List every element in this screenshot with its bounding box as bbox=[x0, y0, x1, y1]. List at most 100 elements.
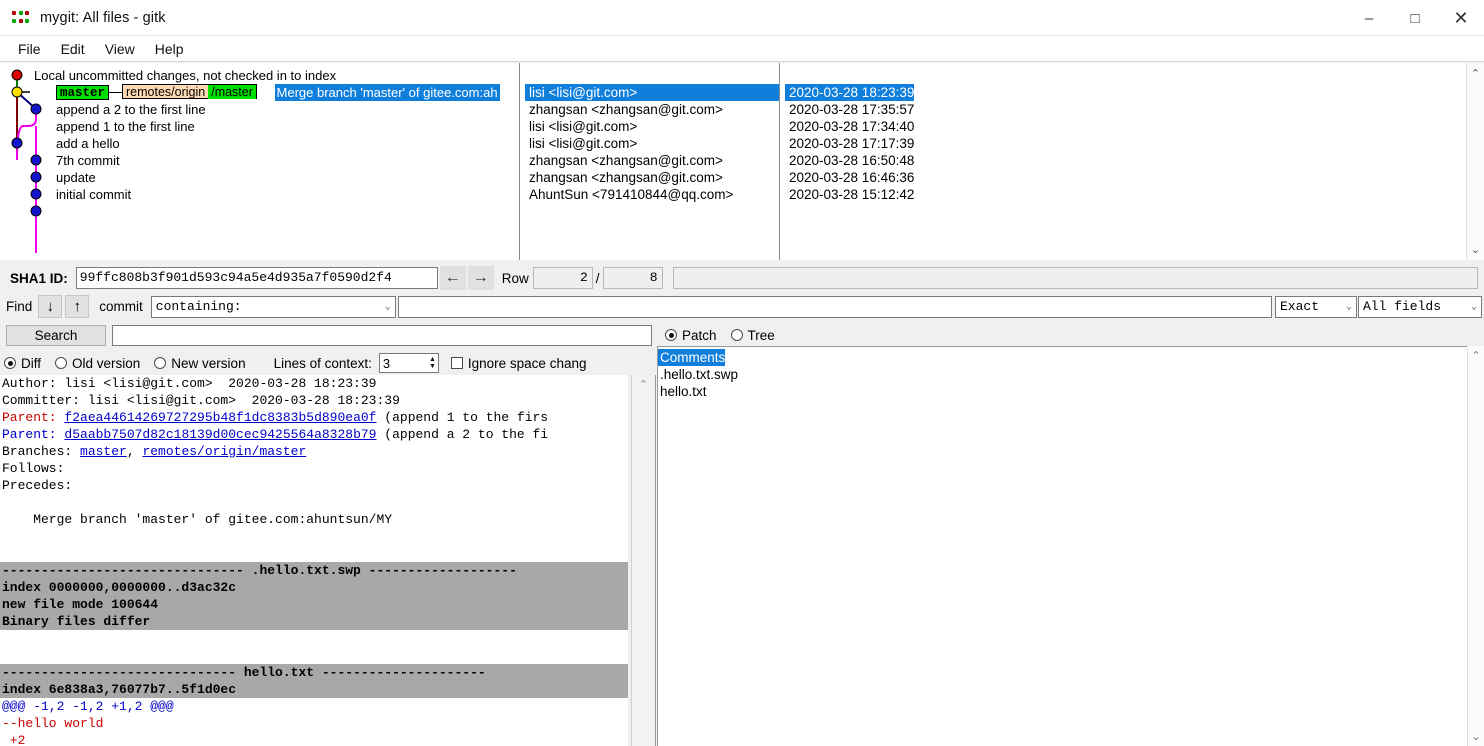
commit-row[interactable]: initial commit bbox=[34, 186, 500, 203]
diff-text-pane[interactable]: Author: lisi <lisi@git.com> 2020-03-28 1… bbox=[0, 375, 628, 746]
row-total: 8 bbox=[602, 267, 663, 289]
row-filler bbox=[672, 267, 1478, 289]
commit-message-list: Local uncommitted changes, not checked i… bbox=[34, 63, 500, 203]
diff-segment: (append a 2 to the fi bbox=[376, 427, 549, 442]
search-row: Search bbox=[0, 324, 655, 347]
diff-segment[interactable]: remotes/origin/master bbox=[142, 444, 306, 459]
radio-old-version[interactable]: Old version bbox=[55, 356, 140, 371]
field-scope-value: All fields bbox=[1363, 299, 1442, 314]
menu-view[interactable]: View bbox=[95, 39, 145, 59]
file-item-hello-swp[interactable]: .hello.txt.swp bbox=[658, 366, 738, 383]
forward-button[interactable]: → bbox=[467, 266, 494, 290]
gitk-window: mygit: All files - gitk – □ ✕ File Edit … bbox=[0, 0, 1484, 746]
scroll-up-icon[interactable]: ⌃ bbox=[632, 375, 655, 391]
diff-line: Branches: master, remotes/origin/master bbox=[0, 443, 628, 460]
file-list[interactable]: Comments .hello.txt.swp hello.txt bbox=[657, 346, 1467, 746]
diff-line: Parent: d5aabb7507d82c18139d00cec9425564… bbox=[0, 426, 628, 443]
lines-of-context-stepper[interactable]: 3 ▲ ▼ bbox=[378, 353, 439, 373]
diff-options-row: Diff Old version New version Lines of co… bbox=[0, 352, 655, 374]
diff-segment: ------------------------------- .hello.t… bbox=[2, 563, 517, 578]
radio-new-version[interactable]: New version bbox=[154, 356, 246, 371]
menu-file[interactable]: File bbox=[8, 39, 51, 59]
diff-segment[interactable]: f2aea44614269727295b48f1dc8383b5d890ea0f bbox=[64, 410, 376, 425]
radio-diff[interactable]: Diff bbox=[4, 356, 41, 371]
chevron-down-icon: ⌄ bbox=[1345, 301, 1352, 313]
close-button[interactable]: ✕ bbox=[1438, 0, 1484, 36]
diff-line: --hello world bbox=[0, 715, 628, 732]
commit-row[interactable]: append a 2 to the first line bbox=[34, 101, 500, 118]
diff-segment[interactable]: d5aabb7507d82c18139d00cec9425564a8328b79 bbox=[64, 427, 376, 442]
author-cell: lisi <lisi@git.com> bbox=[525, 84, 779, 101]
stepper-arrows-icon[interactable]: ▲ ▼ bbox=[429, 356, 438, 370]
ref-head-master[interactable]: master bbox=[56, 85, 110, 100]
row-separator: / bbox=[595, 270, 600, 286]
commit-row[interactable]: add a hello bbox=[34, 135, 500, 152]
author-cell: lisi <lisi@git.com> bbox=[529, 119, 638, 134]
radio-patch[interactable]: Patch bbox=[665, 328, 717, 343]
commit-row[interactable]: Local uncommitted changes, not checked i… bbox=[34, 67, 500, 84]
match-type-select[interactable]: Exact ⌄ bbox=[1275, 295, 1357, 318]
title-bar: mygit: All files - gitk – □ ✕ bbox=[0, 0, 1484, 36]
diff-segment: new file mode 100644 bbox=[2, 597, 159, 612]
diff-line bbox=[0, 647, 628, 664]
file-row[interactable]: Comments bbox=[658, 349, 1467, 366]
diff-segment: @@@ -1,2 -1,2 +1,2 @@@ bbox=[2, 699, 174, 714]
find-mode-select[interactable]: containing: ⌄ bbox=[150, 295, 396, 318]
file-item-hello-txt[interactable]: hello.txt bbox=[658, 383, 707, 400]
diff-line: Binary files differ bbox=[0, 613, 628, 630]
diff-line: Parent: f2aea44614269727295b48f1dc8383b5… bbox=[0, 409, 628, 426]
back-button[interactable]: ← bbox=[439, 266, 466, 290]
diff-segment: +2 bbox=[2, 733, 26, 746]
commit-row[interactable]: update bbox=[34, 169, 500, 186]
diff-line bbox=[0, 545, 628, 562]
find-prev-icon[interactable]: ↑ bbox=[65, 295, 90, 318]
file-row[interactable]: .hello.txt.swp bbox=[658, 366, 1467, 383]
radio-tree[interactable]: Tree bbox=[730, 328, 775, 343]
diff-line: new file mode 100644 bbox=[0, 596, 628, 613]
commit-list-pane: Local uncommitted changes, not checked i… bbox=[0, 63, 1484, 260]
sha1-input[interactable]: 99ffc808b3f901d593c94a5e4d935a7f0590d2f4 bbox=[75, 267, 438, 289]
commit-row[interactable]: master remotes/origin/master Merge branch… bbox=[34, 84, 500, 101]
maximize-button[interactable]: □ bbox=[1392, 0, 1438, 36]
diff-line: Merge branch 'master' of gitee.com:ahunt… bbox=[0, 511, 628, 528]
find-input[interactable] bbox=[397, 295, 1272, 318]
commit-row[interactable]: append 1 to the first line bbox=[34, 118, 500, 135]
window-controls: – □ ✕ bbox=[1346, 0, 1484, 36]
find-row: Find ↓ ↑ commit containing: ⌄ Exact ⌄ Al… bbox=[0, 293, 1484, 320]
commit-list-scrollbar[interactable]: ⌃ ⌄ bbox=[1466, 63, 1484, 260]
diff-line: index 0000000,0000000..d3ac32c bbox=[0, 579, 628, 596]
scroll-up-icon[interactable]: ⌃ bbox=[1468, 346, 1484, 362]
radio-diff-icon bbox=[4, 357, 16, 369]
ref-remote-origin-master[interactable]: remotes/origin/master bbox=[122, 84, 257, 99]
diff-segment: Merge branch 'master' of gitee.com:ahunt… bbox=[2, 512, 393, 527]
scroll-down-icon[interactable]: ⌄ bbox=[1468, 730, 1484, 743]
file-row[interactable]: hello.txt bbox=[658, 383, 1467, 400]
diff-line: ------------------------------ hello.txt… bbox=[0, 664, 628, 681]
search-input[interactable] bbox=[112, 325, 652, 346]
diff-line: ------------------------------- .hello.t… bbox=[0, 562, 628, 579]
scroll-down-icon[interactable]: ⌄ bbox=[1471, 239, 1480, 260]
diff-line: Author: lisi <lisi@git.com> 2020-03-28 1… bbox=[0, 375, 628, 392]
date-cell: 2020-03-28 16:46:36 bbox=[789, 170, 915, 185]
field-scope-select[interactable]: All fields ⌄ bbox=[1358, 295, 1482, 318]
diff-segment: index 6e838a3,76077b7..5f1d0ec bbox=[2, 682, 237, 697]
author-column[interactable]: lisi <lisi@git.com> zhangsan <zhangsan@g… bbox=[525, 63, 780, 260]
search-button[interactable]: Search bbox=[6, 325, 106, 346]
minimize-button[interactable]: – bbox=[1346, 0, 1392, 36]
file-list-scrollbar[interactable]: ⌃ ⌄ bbox=[1467, 346, 1484, 746]
file-item-comments[interactable]: Comments bbox=[658, 349, 726, 366]
menu-edit[interactable]: Edit bbox=[51, 39, 95, 59]
commit-graph-column[interactable]: Local uncommitted changes, not checked i… bbox=[0, 63, 520, 260]
diff-segment: Parent: bbox=[2, 410, 65, 425]
date-cell: 2020-03-28 18:23:39 bbox=[785, 84, 915, 101]
menu-help[interactable]: Help bbox=[145, 39, 194, 59]
commit-row[interactable]: 7th commit bbox=[34, 152, 500, 169]
diff-scrollbar[interactable]: ⌃ bbox=[631, 375, 656, 746]
diff-segment[interactable]: master bbox=[80, 444, 127, 459]
date-cell: 2020-03-28 17:35:57 bbox=[789, 102, 915, 117]
scroll-up-icon[interactable]: ⌃ bbox=[1471, 63, 1480, 84]
find-next-icon[interactable]: ↓ bbox=[38, 295, 63, 318]
date-column[interactable]: 2020-03-28 18:23:39 2020-03-28 17:35:57 … bbox=[785, 63, 1440, 260]
ignore-space-checkbox[interactable] bbox=[450, 357, 463, 369]
diff-segment: (append 1 to the firs bbox=[376, 410, 549, 425]
